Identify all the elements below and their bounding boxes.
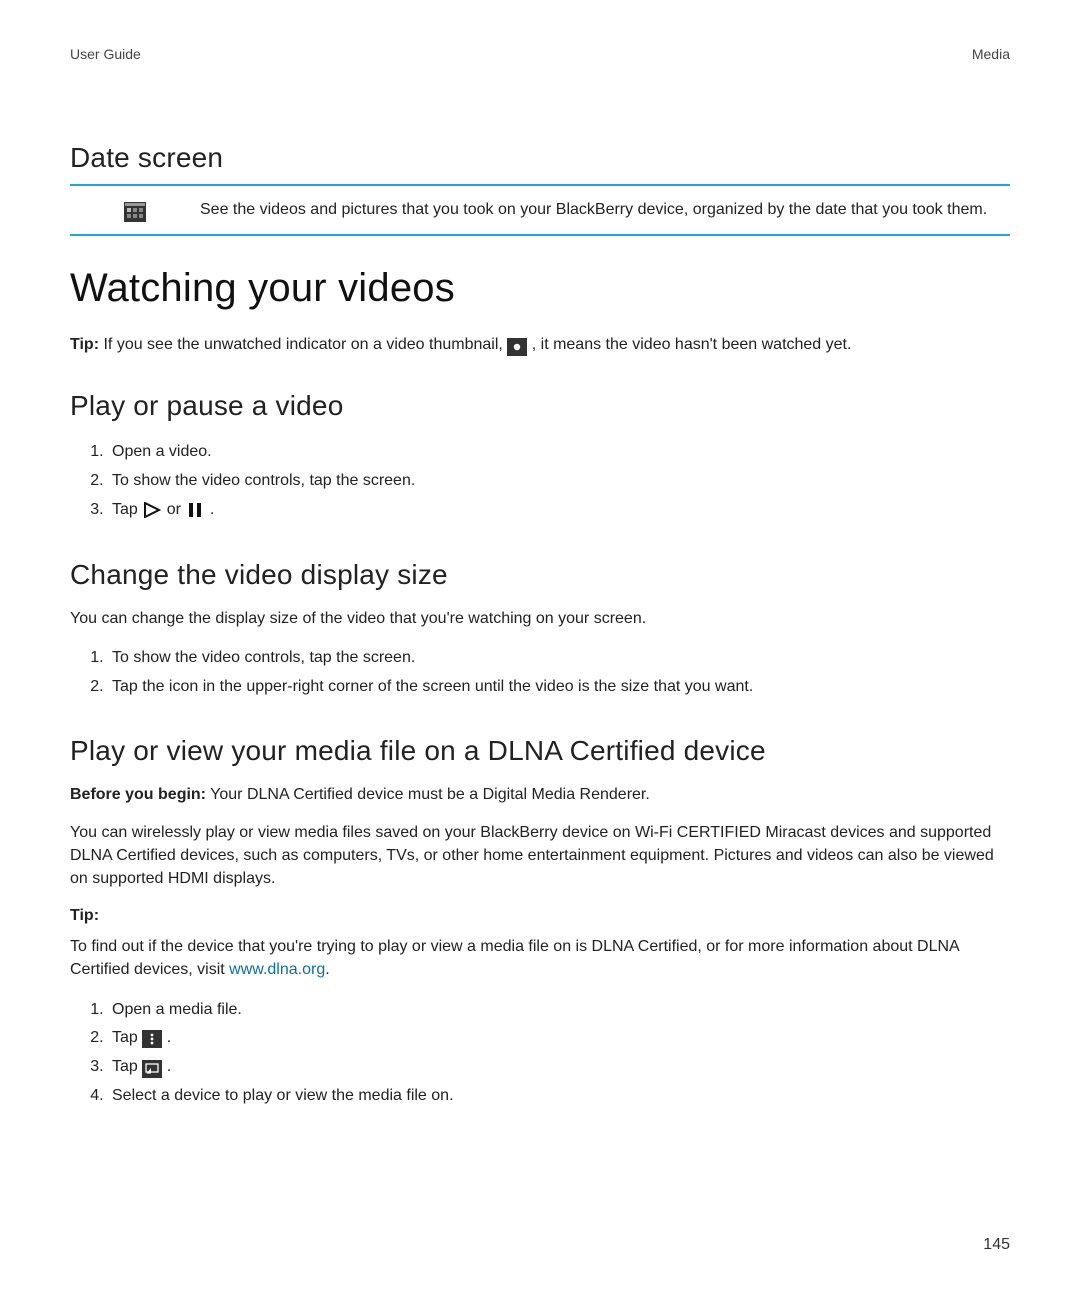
display-size-intro: You can change the display size of the v… bbox=[70, 607, 1010, 630]
date-screen-row: See the videos and pictures that you too… bbox=[70, 186, 1010, 234]
list-item: Select a device to play or view the medi… bbox=[108, 1082, 1010, 1111]
page-number: 145 bbox=[983, 1236, 1010, 1254]
step-text-end: . bbox=[167, 1029, 171, 1046]
list-item: To show the video controls, tap the scre… bbox=[108, 644, 1010, 673]
list-item: Open a media file. bbox=[108, 996, 1010, 1025]
list-item: Tap the icon in the upper-right corner o… bbox=[108, 673, 1010, 702]
list-item: Tap . bbox=[108, 1024, 1010, 1053]
play-on-device-icon bbox=[142, 1060, 162, 1078]
header-right: Media bbox=[972, 46, 1010, 62]
tip-unwatched: Tip: If you see the unwatched indicator … bbox=[70, 333, 1010, 356]
step-text: Tap bbox=[112, 501, 142, 518]
date-screen-description: See the videos and pictures that you too… bbox=[200, 198, 1010, 221]
list-item: Tap . bbox=[108, 1053, 1010, 1082]
date-screen-heading: Date screen bbox=[70, 142, 1010, 174]
before-begin-label: Before you begin: bbox=[70, 786, 206, 803]
step-text-or: or bbox=[167, 501, 186, 518]
header-left: User Guide bbox=[70, 46, 141, 62]
page-header: User Guide Media bbox=[70, 46, 1010, 62]
step-text-end: . bbox=[210, 501, 214, 518]
list-item: Tap or . bbox=[108, 496, 1010, 525]
tip-text-after: , it means the video hasn't been watched… bbox=[527, 336, 851, 353]
play-pause-heading: Play or pause a video bbox=[70, 390, 1010, 422]
dlna-link[interactable]: www.dlna.org bbox=[229, 961, 325, 978]
step-text-end: . bbox=[167, 1058, 171, 1075]
display-size-steps: To show the video controls, tap the scre… bbox=[70, 644, 1010, 702]
calendar-grid-icon bbox=[124, 202, 146, 222]
more-menu-icon bbox=[142, 1030, 162, 1048]
dlna-p2-b: . bbox=[325, 961, 329, 978]
dlna-tip-label: Tip: bbox=[70, 904, 1010, 927]
dlna-steps: Open a media file. Tap . Tap bbox=[70, 996, 1010, 1111]
tip-label: Tip: bbox=[70, 336, 99, 353]
dlna-paragraph-1: You can wirelessly play or view media fi… bbox=[70, 821, 1010, 891]
step-text: Tap bbox=[112, 1029, 142, 1046]
document-page: User Guide Media Date screen See the vid… bbox=[0, 0, 1080, 1296]
display-size-heading: Change the video display size bbox=[70, 559, 1010, 591]
dlna-before-begin: Before you begin: Your DLNA Certified de… bbox=[70, 783, 1010, 806]
dlna-p2-a: To find out if the device that you're tr… bbox=[70, 938, 959, 978]
step-text: Tap bbox=[112, 1058, 142, 1075]
before-begin-text: Your DLNA Certified device must be a Dig… bbox=[206, 786, 650, 803]
list-item: Open a video. bbox=[108, 438, 1010, 467]
divider bbox=[70, 234, 1010, 236]
list-item: To show the video controls, tap the scre… bbox=[108, 467, 1010, 496]
watching-videos-heading: Watching your videos bbox=[70, 266, 1010, 311]
play-icon bbox=[142, 501, 162, 519]
dlna-heading: Play or view your media file on a DLNA C… bbox=[70, 735, 1010, 767]
date-screen-icon-cell bbox=[70, 198, 200, 222]
unwatched-indicator-icon bbox=[507, 338, 527, 356]
play-pause-steps: Open a video. To show the video controls… bbox=[70, 438, 1010, 524]
dlna-paragraph-2: To find out if the device that you're tr… bbox=[70, 935, 1010, 981]
tip-text-before: If you see the unwatched indicator on a … bbox=[99, 336, 507, 353]
pause-icon bbox=[185, 501, 205, 519]
